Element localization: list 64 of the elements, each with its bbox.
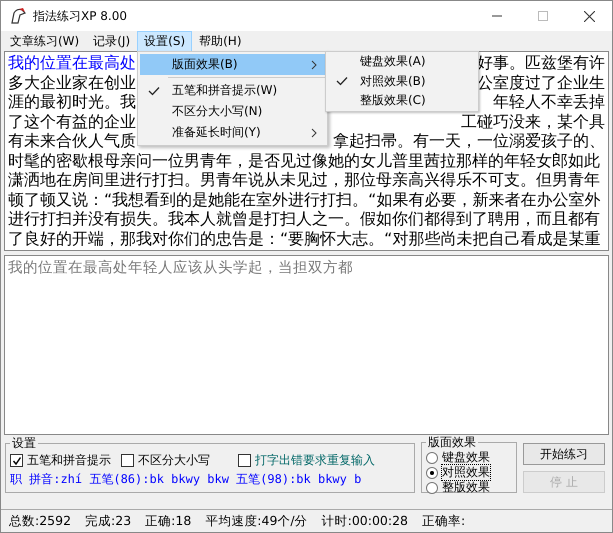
status-text: 正确:18 [145, 512, 192, 530]
article-text: 顿了顿又说：“我想看到的是她能在室外进行打扫。“如果有必要，新来者在办公室外 [8, 190, 600, 209]
menu-entry-label: 不区分大小写(N) [171, 103, 264, 120]
code-hint-text: 职 拼音:zhí 五笔(86):bk bkwy bkw 五笔(98):bk bkwy b [10, 471, 362, 488]
radio-button[interactable] [426, 482, 438, 494]
action-button[interactable]: 开始练习 [523, 443, 605, 465]
menu-entry-label: 整版效果(C) [359, 92, 427, 110]
article-text: 年轻人不幸丢掉 [493, 92, 605, 112]
menu-entry[interactable]: 对照效果(B) [328, 72, 476, 91]
article-text: 工碰巧没来，某个具 [461, 112, 605, 131]
input-field[interactable]: 我的位置在最高处年轻人应该从头学起，当担双方都 [4, 255, 609, 435]
radio-label: 整版效果 [442, 480, 490, 495]
input-text: 我的位置在最高处年轻人应该从头学起，当担双方都 [8, 260, 353, 276]
menu-entry-label: 键盘效果(A) [359, 53, 427, 70]
checkbox[interactable] [238, 454, 251, 467]
status-text: 完成:23 [85, 512, 132, 530]
check-icon [336, 76, 348, 86]
typed-text: 我的位置在最高处 [8, 53, 136, 72]
status-text: 正确率: [422, 512, 466, 530]
menu-entry[interactable]: 准备延长时间(Y) [140, 122, 325, 143]
menu-entry[interactable]: 整版效果(C) [328, 91, 476, 110]
article-text: 了这个有益的企业 [8, 112, 136, 131]
article-text: 公室度过了企业生 [477, 72, 605, 92]
maximize-icon [538, 11, 548, 21]
article-text: 时髦的密歇根母亲问一位男青年，是否见过像她的女儿普里茜拉那样的年轻女郎如此 [8, 150, 600, 170]
menu-entry[interactable]: 五笔和拼音提示(W) [140, 80, 325, 101]
article-text: 进行打扫并没有损失。我本人就曾是打扫人之一。假如你们都得到了聘用，而且都有 [8, 209, 600, 228]
group-title: 设置 [11, 435, 37, 452]
radio-label: 对照效果 [442, 465, 490, 480]
radio-label: 键盘效果 [442, 450, 490, 465]
article-text: 潇洒地在房间里进行打扫。男青年说从未见过，那位母亲高兴得乐不可支。但男青年 [8, 170, 600, 190]
app-logo-icon [9, 7, 27, 25]
menu-item[interactable]: 设置(S) [137, 30, 192, 52]
chevron-right-icon [311, 128, 317, 138]
article-text: 多大企业家在创业 [8, 72, 136, 92]
article-text: 了良好的开端，那我对你们的忠告是：“要胸怀大志。“对那些尚未把自己看成是某重 [8, 228, 600, 248]
article-text: 有未来合伙人气质 [8, 131, 136, 150]
radio-button[interactable] [426, 466, 438, 478]
checkbox-label: 五笔和拼音提示 [27, 452, 111, 469]
menu-item[interactable]: 文章练习(W) [3, 30, 86, 52]
status-text: 平均速度:49个/分 [205, 512, 308, 530]
group-title: 版面效果 [427, 435, 477, 450]
menu-entry-label: 对照效果(B) [359, 72, 427, 90]
menu-entry-label: 准备延长时间(Y) [171, 124, 262, 141]
checkbox-label: 不区分大小写 [138, 452, 210, 469]
checkbox[interactable] [121, 454, 134, 467]
menu-entry-label: 五笔和拼音提示(W) [171, 82, 278, 99]
menu-entry[interactable]: 不区分大小写(N) [140, 101, 325, 122]
menu-entry[interactable]: 版面效果(B) [140, 54, 325, 75]
article-text: 拿起扫帚。有一天，一位溺爱孩子的、 [333, 131, 605, 150]
status-text: 总数:2592 [9, 512, 72, 530]
menu-entry-label: 版面效果(B) [171, 56, 239, 73]
checkbox[interactable] [10, 454, 23, 467]
menu-entry[interactable]: 键盘效果(A) [328, 52, 476, 72]
window-title: 指法练习XP 8.00 [33, 8, 127, 24]
close-icon [584, 10, 594, 22]
article-text: 涯的最初时光。我 [8, 92, 136, 112]
radio-button[interactable] [426, 452, 438, 464]
checkbox-label: 打字出错要求重复输入 [255, 452, 375, 469]
check-icon [148, 86, 160, 96]
chevron-right-icon [311, 60, 317, 70]
menu-item[interactable]: 记录(J) [86, 30, 138, 52]
menu-item[interactable]: 帮助(H) [192, 30, 249, 52]
status-text: 计时:00:00:28 [322, 512, 408, 530]
